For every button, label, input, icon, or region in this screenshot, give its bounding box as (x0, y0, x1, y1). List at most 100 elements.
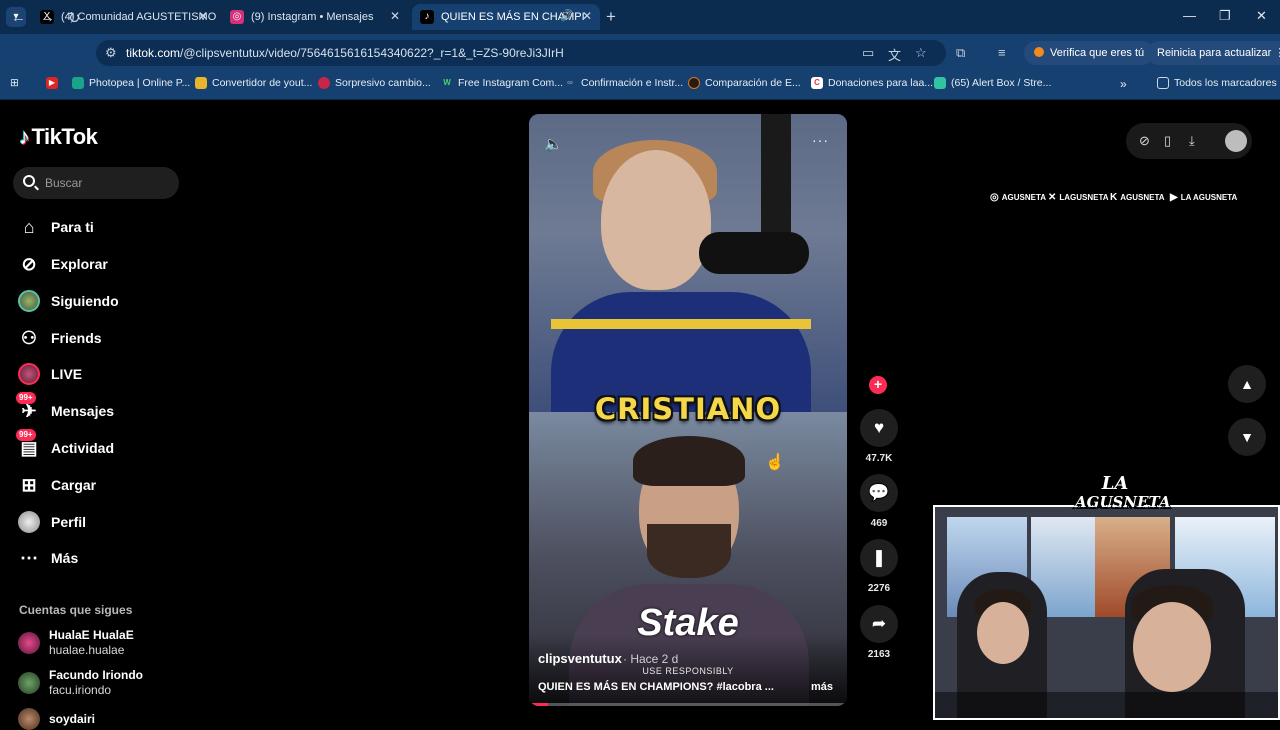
share-action[interactable]: ➦ 2163 (860, 605, 898, 660)
sidebar-item-explorar[interactable]: ⊘ Explorar (18, 250, 107, 278)
volume-icon[interactable]: 🔈 (544, 135, 563, 153)
cast-icon[interactable]: ▭ (862, 45, 874, 61)
followed-account[interactable]: soydairi (18, 708, 95, 730)
compass-small-icon[interactable]: ⊘ (1139, 133, 1150, 149)
reload-button[interactable]: ↻ (68, 9, 81, 27)
save-action[interactable]: ❚ 2276 (860, 539, 898, 594)
share-count: 2163 (867, 649, 891, 660)
sponsor-tagline: USE RESPONSIBLY (642, 666, 734, 676)
minimize-icon[interactable]: — (1183, 8, 1196, 23)
sidebar-item-perfil[interactable]: Perfil (18, 508, 86, 536)
social-instagram: ◎ AGUSNETA (990, 192, 1047, 203)
followed-account[interactable]: Facundo Iriondo facu.iriondo (18, 668, 143, 698)
bookmarks-overflow-icon[interactable]: » (1120, 77, 1127, 91)
streamer-face (977, 602, 1029, 664)
new-tab-button[interactable]: + (606, 7, 616, 27)
bookmark-instagram-comments[interactable]: W Free Instagram Com... (441, 77, 563, 89)
bookmark-news[interactable]: Sorpresivo cambio... (318, 77, 431, 89)
shirt-stripe (551, 319, 811, 329)
phone-icon[interactable]: ▯ (1164, 133, 1171, 149)
bookmark-comparison[interactable]: Comparación de E... (688, 77, 801, 89)
user-avatar[interactable] (1225, 130, 1247, 152)
sidebar-item-para-ti[interactable]: ⌂ Para ti (18, 213, 94, 241)
video-author[interactable]: clipsventutux (538, 651, 622, 666)
more-options-icon[interactable]: ··· (812, 132, 829, 148)
close-icon[interactable]: ✕ (582, 9, 592, 23)
extensions-icon[interactable]: ⧉ (956, 45, 965, 61)
tab-x[interactable]: X (4) Comunidad AGUSTETISMO ✕ (32, 4, 216, 30)
share-icon[interactable]: ➦ (860, 605, 898, 643)
sidebar-item-mas[interactable]: ⋯ Más (18, 544, 78, 572)
link-icon: ∞ (567, 78, 573, 87)
url-text[interactable]: tiktok.com/@clipsventutux/video/75646156… (126, 46, 564, 60)
friends-icon: ⚇ (20, 327, 38, 348)
sidebar-item-friends[interactable]: ⚇ Friends (18, 324, 102, 352)
back-button[interactable]: ← (11, 9, 26, 26)
bookmark-photopea[interactable]: Photopea | Online P... (72, 77, 190, 89)
window-close-icon[interactable]: ✕ (1256, 8, 1267, 24)
person-hair (633, 436, 745, 486)
activity-badge: 99+ (16, 429, 36, 441)
close-icon[interactable]: ✕ (390, 9, 400, 23)
sidebar-item-mensajes[interactable]: ✈ 99+ Mensajes (16, 392, 114, 425)
avatar (18, 632, 40, 654)
previous-video-button[interactable]: ▲ (1228, 365, 1266, 403)
sidebar-item-live[interactable]: LIVE (18, 360, 82, 388)
avatar (18, 708, 40, 730)
next-video-button[interactable]: ▼ (1228, 418, 1266, 456)
comment-action[interactable]: 💬 469 (860, 474, 898, 529)
bookmark-youtube[interactable]: ▶ (46, 77, 63, 89)
tiktok-logo[interactable]: ♪ TikTok (19, 124, 98, 150)
webcam-overlay (933, 505, 1280, 720)
video-progress-bar[interactable] (529, 703, 847, 706)
download-icon[interactable]: ⤓ (1189, 133, 1195, 149)
upload-icon: ⊞ (21, 474, 37, 495)
bookmark-donations[interactable]: C Donaciones para laa... (811, 77, 933, 89)
bookmark-confirmation[interactable]: ∞ Confirmación e Instr... (564, 77, 683, 89)
sidebar-item-actividad[interactable]: ▤ 99+ Actividad (16, 429, 114, 462)
bookmark-icon[interactable]: ❚ (860, 539, 898, 577)
heart-icon[interactable]: ♥ (860, 409, 898, 447)
more-dots-icon: ⋯ (20, 547, 38, 568)
photopea-icon (72, 77, 84, 89)
chevron-down-icon: ▼ (1240, 429, 1254, 445)
restore-icon[interactable]: ❐ (1219, 8, 1231, 24)
social-bar (935, 692, 1278, 718)
social-x: ✕ LAGUSNETA (1048, 192, 1109, 203)
social-youtube: ▶ LA AGUSNETA (1170, 192, 1238, 203)
bookmark-alert-box[interactable]: (65) Alert Box / Stre... (934, 77, 1051, 89)
bookmark-converter[interactable]: Convertidor de yout... (195, 77, 312, 89)
reading-list-icon[interactable]: ≡ (998, 45, 1006, 60)
apps-grid-icon[interactable]: ⊞ (10, 77, 19, 89)
verify-identity-button[interactable]: Verifica que eres tú (1024, 41, 1155, 65)
video-caption-overlay: CRISTIANO (594, 392, 782, 426)
like-action[interactable]: ♥ 47.7K (860, 409, 898, 464)
update-button[interactable]: Reinicia para actualizar ⋮ (1147, 41, 1280, 65)
x-logo-icon: ✕ (1048, 192, 1057, 203)
streamer-face (1133, 602, 1211, 692)
search-input[interactable]: Buscar (13, 167, 179, 199)
sidebar-item-cargar[interactable]: ⊞ Cargar (18, 471, 96, 499)
follow-button[interactable]: + (869, 376, 887, 394)
sidebar-item-siguiendo[interactable]: Siguiendo (18, 287, 119, 315)
translate-icon[interactable]: 文 (888, 45, 901, 64)
speaker-icon[interactable]: 🔊 (560, 9, 574, 22)
comment-icon[interactable]: 💬 (860, 474, 898, 512)
home-icon: ⌂ (23, 216, 35, 237)
person-face (601, 150, 711, 290)
forward-button[interactable]: → (40, 9, 55, 26)
followed-account[interactable]: HualaE HualaE hualae.hualae (18, 628, 134, 658)
video-player[interactable]: CRISTIANO Stake USE RESPONSIBLY 🔈 ··· cl… (529, 114, 847, 706)
tab-instagram[interactable]: ◎ (9) Instagram • Mensajes ✕ (222, 4, 408, 30)
chevron-up-icon: ▲ (1240, 376, 1254, 392)
bookmark-star-icon[interactable]: ☆ (915, 45, 927, 61)
all-bookmarks-folder[interactable]: Todos los marcadores (1157, 77, 1277, 89)
instagram-icon: ◎ (230, 10, 244, 24)
progress-fill (529, 703, 549, 706)
close-icon[interactable]: ✕ (198, 9, 208, 23)
tab-tiktok-active[interactable]: ♪ QUIEN ES MÁS EN CHAMPI 🔊 ✕ (412, 4, 600, 30)
compare-icon (688, 77, 700, 89)
site-info-icon[interactable]: ⚙ (105, 45, 117, 61)
more-description-link[interactable]: más (811, 681, 833, 693)
channel-brand-logo: LA AGUSNETA (1075, 473, 1171, 512)
